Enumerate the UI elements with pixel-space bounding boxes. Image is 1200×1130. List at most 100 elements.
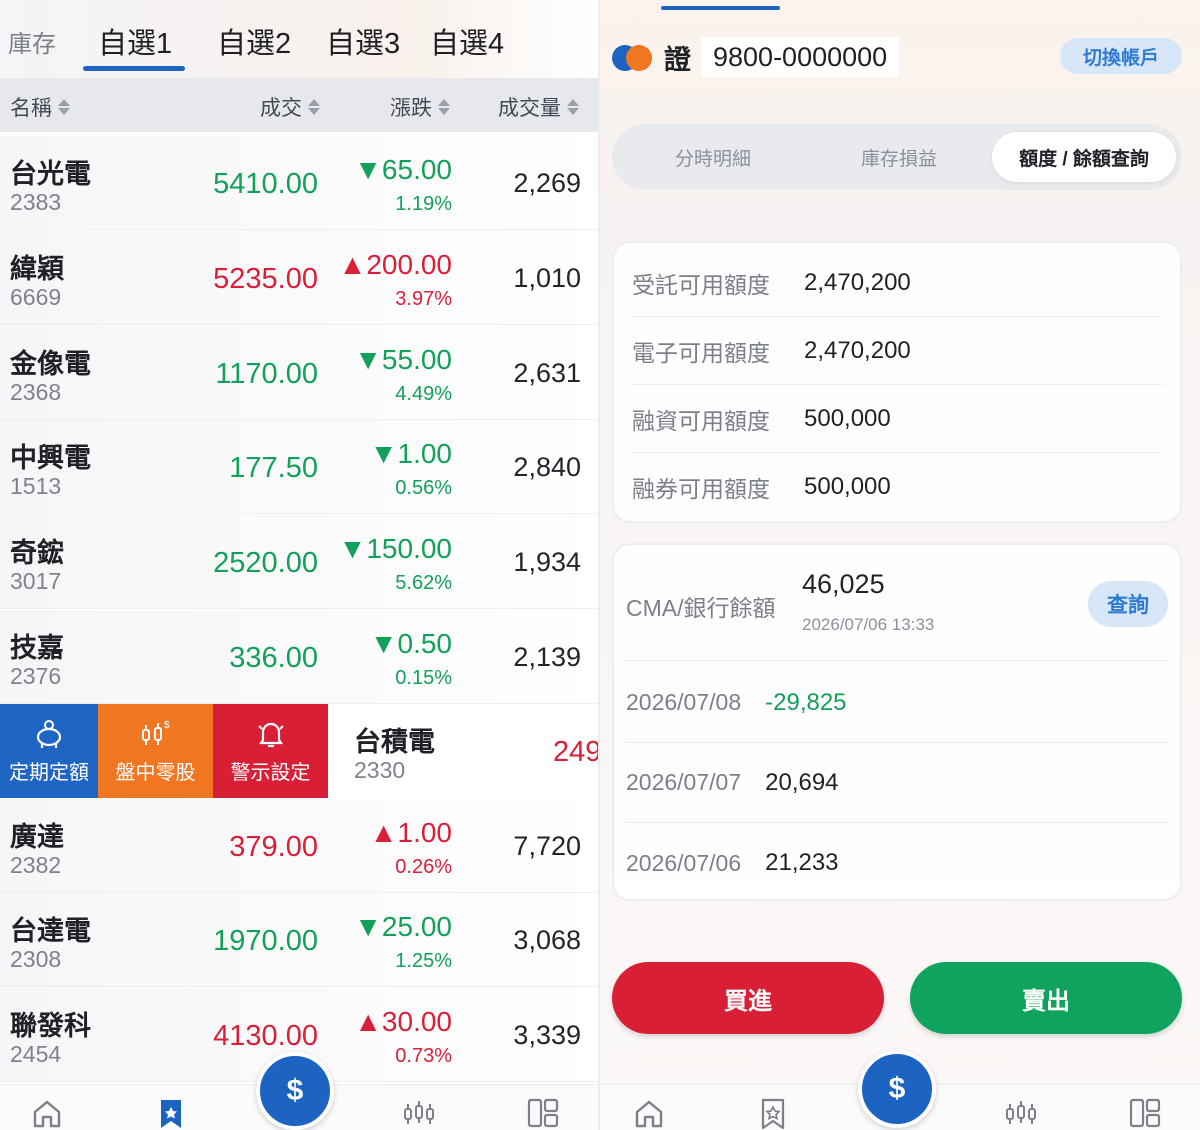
switch-account-button[interactable]: 切換帳戶 — [1060, 38, 1182, 74]
stock-price: 4130.00 — [213, 1020, 318, 1052]
active-tab-indicator — [83, 66, 185, 71]
stock-volume: 2,139 — [513, 642, 581, 672]
watchlist-icon[interactable] — [154, 1097, 188, 1129]
stock-change-percent: 0.15% — [395, 667, 452, 689]
stock-change-percent: 5.62% — [395, 572, 452, 594]
column-price[interactable]: 成交 — [260, 92, 320, 122]
stock-code: 2383 — [10, 189, 62, 215]
stock-row[interactable]: 台光電 2383 5410.00 ▼65.00 1.19% 2,269 — [0, 136, 598, 230]
stock-volume: 2,840 — [513, 452, 581, 482]
stock-name: 台光電 — [10, 159, 91, 189]
tab-watchlist-1[interactable]: 自選1 — [98, 20, 172, 62]
stock-code: 2308 — [10, 946, 62, 972]
column-change[interactable]: 漲跌 — [390, 92, 450, 122]
stock-change-percent: 0.26% — [395, 856, 452, 878]
stock-name: 金像電 — [10, 349, 91, 379]
segment-control: 分時明細 庫存損益 額度 / 餘額查詢 — [612, 124, 1182, 190]
sell-button[interactable]: 賣出 — [910, 962, 1182, 1034]
regular-investment-button[interactable]: 定期定額 — [0, 704, 98, 798]
stock-row[interactable]: 技嘉 2376 336.00 ▼0.50 0.15% 2,139 — [0, 610, 598, 704]
account-number: 9800-0000000 — [701, 38, 900, 77]
stock-code: 2382 — [10, 852, 62, 878]
stock-volume: 1,010 — [513, 263, 581, 293]
stock-row[interactable]: 台達電 2308 1970.00 ▼25.00 1.25% 3,068 — [0, 893, 598, 987]
stock-code: 2376 — [10, 663, 62, 689]
stock-price: 249 — [553, 736, 598, 768]
odd-lot-button[interactable]: $ 盤中零股 — [98, 704, 213, 798]
stock-change: ▲30.00 — [354, 1006, 452, 1037]
history-row: 2026/07/06 21,233 — [626, 849, 839, 876]
odd-lot-icon: $ — [141, 720, 170, 745]
stock-row[interactable]: 中興電 1513 177.50 ▼1.00 0.56% 2,840 — [0, 420, 598, 514]
quota-row: 電子可用額度 2,470,200 — [632, 317, 1162, 385]
trade-fab-button[interactable]: $ — [858, 1050, 936, 1128]
swiped-row[interactable]: 定期定額 $ 盤中零股 警示設定 台積電 2330 249 — [0, 704, 598, 798]
stock-name: 緯穎 — [10, 254, 64, 284]
column-name[interactable]: 名稱 — [10, 92, 70, 122]
stock-code: 2368 — [10, 379, 62, 405]
brand-logo-icon — [610, 41, 654, 75]
buy-button[interactable]: 買進 — [612, 962, 884, 1034]
sort-icon — [567, 99, 579, 115]
stock-change: ▼1.00 — [369, 438, 452, 469]
account-header: 證 9800-0000000 — [610, 38, 900, 77]
tab-watchlist-4[interactable]: 自選4 — [430, 20, 504, 62]
stock-volume: 2,631 — [513, 358, 581, 388]
stock-volume: 3,068 — [513, 925, 581, 955]
stock-change-percent: 4.49% — [395, 383, 452, 405]
stock-change: ▼150.00 — [338, 533, 452, 564]
stock-volume: 7,720 — [513, 831, 581, 861]
account-panel: 證 9800-0000000 切換帳戶 分時明細 庫存損益 額度 / 餘額查詢 … — [600, 0, 1200, 1130]
candlestick-icon[interactable] — [402, 1097, 436, 1129]
watchlist-icon[interactable] — [756, 1097, 790, 1129]
stock-code: 2330 — [354, 757, 406, 783]
stock-price: 2520.00 — [213, 547, 318, 579]
stock-name: 技嘉 — [10, 633, 64, 663]
stock-row[interactable]: 廣達 2382 379.00 ▲1.00 0.26% 7,720 — [0, 799, 598, 893]
stock-row[interactable]: 緯穎 6669 5235.00 ▲200.00 3.97% 1,010 — [0, 231, 598, 325]
top-indicator — [661, 6, 780, 10]
tab-watchlist-2[interactable]: 自選2 — [217, 20, 291, 62]
tab-intraday-details[interactable]: 分時明細 — [620, 132, 806, 182]
home-icon[interactable] — [632, 1097, 666, 1129]
bank-balance-time: 2026/07/06 13:33 — [802, 615, 935, 634]
candlestick-icon[interactable] — [1004, 1097, 1038, 1129]
bank-balance-row: CMA/銀行餘額 46,025 2026/07/06 13:33 查詢 — [626, 545, 1168, 661]
alert-settings-button[interactable]: 警示設定 — [213, 704, 328, 798]
stock-change: ▼25.00 — [354, 911, 452, 942]
stock-change-percent: 0.56% — [395, 477, 452, 499]
stock-price: 5410.00 — [213, 168, 318, 200]
query-button[interactable]: 查詢 — [1088, 581, 1168, 627]
quota-row: 融券可用額度 500,000 — [632, 473, 891, 502]
bell-icon — [257, 722, 284, 747]
stock-name: 奇鋐 — [10, 538, 64, 568]
layout-icon[interactable] — [1128, 1097, 1162, 1129]
stock-volume: 2,269 — [513, 168, 581, 198]
stock-price: 1170.00 — [215, 358, 318, 390]
stock-code: 6669 — [10, 284, 62, 310]
stock-price: 177.50 — [229, 452, 318, 484]
layout-icon[interactable] — [526, 1097, 560, 1129]
stock-row[interactable]: 奇鋐 3017 2520.00 ▼150.00 5.62% 1,934 — [0, 515, 598, 609]
piggy-bank-icon — [36, 719, 62, 748]
sort-icon — [58, 99, 70, 115]
tab-watchlist-3[interactable]: 自選3 — [326, 20, 400, 62]
stock-code: 3017 — [10, 568, 62, 594]
home-icon[interactable] — [30, 1097, 64, 1129]
stock-change-percent: 3.97% — [395, 288, 452, 310]
column-volume[interactable]: 成交量 — [498, 92, 579, 122]
stock-change-percent: 1.25% — [395, 950, 452, 972]
tab-quota-balance[interactable]: 額度 / 餘額查詢 — [992, 132, 1176, 182]
tab-inventory-pnl[interactable]: 庫存損益 — [806, 132, 992, 182]
stock-name: 中興電 — [10, 443, 91, 473]
stock-row[interactable]: 金像電 2368 1170.00 ▼55.00 4.49% 2,631 — [0, 326, 598, 420]
stock-name: 台積電 — [354, 727, 435, 757]
bank-balance-card: CMA/銀行餘額 46,025 2026/07/06 13:33 查詢 2026… — [612, 543, 1182, 901]
stock-change: ▲200.00 — [338, 249, 452, 280]
trade-fab-button[interactable]: $ — [256, 1052, 334, 1130]
stock-price: 336.00 — [229, 642, 318, 674]
tab-inventory[interactable]: 庫存 — [8, 24, 56, 59]
sort-icon — [438, 99, 450, 115]
stock-name: 廣達 — [10, 822, 64, 852]
stock-change-percent: 0.73% — [395, 1045, 452, 1067]
